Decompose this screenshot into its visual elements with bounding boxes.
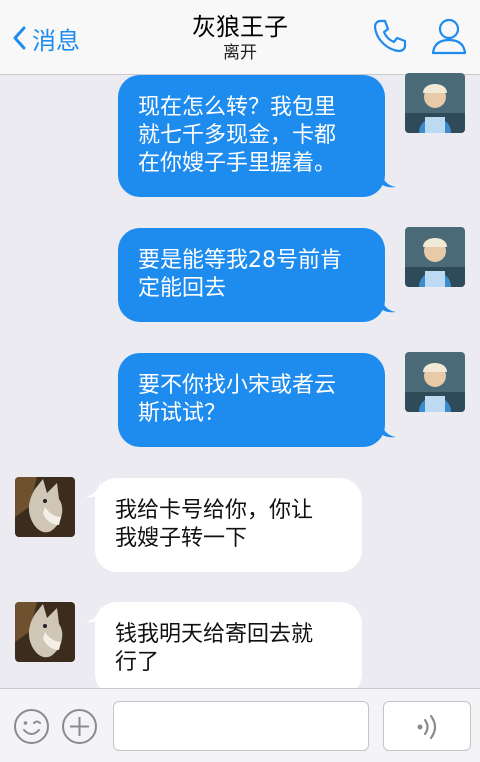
message-text: 要是能等我28号前肯 定能回去 [138, 248, 342, 301]
title-block: 灰狼王子 离开 [0, 12, 480, 64]
bubble-tail [380, 170, 396, 188]
wolf-photo-icon [15, 477, 75, 537]
message-input[interactable] [114, 702, 368, 750]
message-text: 现在怎么转？我包里 就七千多现金，卡都 在你嫂子手里握着。 [138, 95, 337, 176]
message-text: 钱我明天给寄回去就 行了 [115, 622, 314, 675]
avatar-self[interactable] [405, 352, 465, 412]
phone-icon[interactable] [372, 18, 408, 54]
message-text: 我给卡号给你，你让 我嫂子转一下 [115, 498, 314, 551]
message-text: 要不你找小宋或者云 斯试试？ [138, 373, 337, 426]
wolf-photo-icon [15, 602, 75, 662]
avatar-self[interactable] [405, 227, 465, 287]
contact-name: 灰狼王子 [192, 13, 288, 41]
voice-button[interactable] [383, 701, 471, 751]
plus-icon[interactable] [61, 708, 98, 745]
avatar-self[interactable] [405, 73, 465, 133]
message-bubble-incoming[interactable]: 钱我明天给寄回去就 行了 [95, 602, 362, 696]
message-bubble-incoming[interactable]: 我给卡号给你，你让 我嫂子转一下 [95, 478, 362, 572]
bubble-tail [380, 295, 396, 313]
person-icon[interactable] [430, 16, 468, 56]
message-bubble-outgoing[interactable]: 现在怎么转？我包里 就七千多现金，卡都 在你嫂子手里握着。 [118, 75, 385, 197]
voice-wave-icon [417, 714, 437, 740]
avatar-contact[interactable] [15, 602, 75, 662]
message-bubble-outgoing[interactable]: 要不你找小宋或者云 斯试试？ [118, 353, 385, 447]
smiley-icon[interactable] [13, 708, 50, 745]
contact-status: 离开 [223, 43, 257, 63]
composer-toolbar [0, 688, 480, 762]
chat-header: 消息 灰狼王子 离开 [0, 0, 480, 75]
baby-photo-icon [405, 73, 465, 133]
message-input-box[interactable] [113, 701, 369, 751]
avatar-contact[interactable] [15, 477, 75, 537]
message-bubble-outgoing[interactable]: 要是能等我28号前肯 定能回去 [118, 228, 385, 322]
baby-photo-icon [405, 227, 465, 287]
bubble-tail [380, 420, 396, 438]
baby-photo-icon [405, 352, 465, 412]
